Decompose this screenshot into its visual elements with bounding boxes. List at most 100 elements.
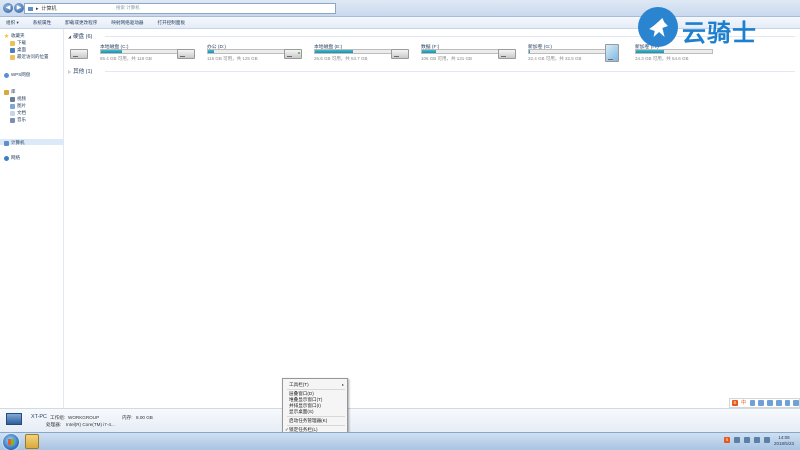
nav-libraries[interactable]: 库 bbox=[4, 89, 16, 95]
nav-wps[interactable]: WPS网盘 bbox=[4, 72, 30, 78]
drive-usage-bar bbox=[100, 49, 178, 54]
drive-tile[interactable]: 本地磁盘 (C:) 85.4 GB 可用，共 118 GB bbox=[70, 41, 180, 67]
drive-usage-fill bbox=[208, 50, 215, 53]
organize-button[interactable]: 组织 ▾ bbox=[6, 20, 19, 26]
system-properties-button[interactable]: 系统属性 bbox=[33, 20, 51, 26]
menu-item-toolbars[interactable]: 工具栏(T) bbox=[289, 382, 309, 388]
back-icon[interactable]: ◀ bbox=[3, 3, 13, 13]
clock-date: 2018/5/23 bbox=[773, 441, 794, 446]
submenu-arrow-icon: ▸ bbox=[341, 382, 344, 387]
address-segment[interactable]: 计算机 bbox=[42, 5, 57, 12]
hard-drive-icon bbox=[177, 49, 195, 59]
nav-item-label: 文档 bbox=[17, 110, 26, 115]
network-tray-icon[interactable] bbox=[744, 437, 750, 443]
menu-item-task-manager[interactable]: 启动任务管理器(K) bbox=[289, 418, 327, 424]
moon-icon[interactable] bbox=[749, 400, 756, 406]
nav-item-documents[interactable]: 文档 bbox=[10, 110, 26, 116]
tools-icon[interactable] bbox=[793, 400, 799, 406]
navigation-pane: 收藏夹 下载 桌面 最近访问的位置 WPS网盘 库 视频 图片 文档 音乐 计算… bbox=[0, 29, 64, 408]
clock[interactable]: 14:08 2018/5/23 bbox=[774, 435, 794, 447]
address-arrow: ▸ bbox=[36, 5, 39, 12]
nav-item-pictures[interactable]: 图片 bbox=[10, 103, 26, 109]
drive-usage-fill bbox=[422, 50, 437, 53]
knight-logo-icon bbox=[638, 7, 678, 47]
open-control-panel-button[interactable]: 打开控制面板 bbox=[158, 20, 186, 26]
start-button[interactable] bbox=[3, 434, 19, 450]
drive-space-info: 106 GB 可用，共 131 GB bbox=[421, 56, 473, 61]
sogou-logo-icon[interactable]: S bbox=[732, 400, 738, 406]
drive-usage-fill bbox=[529, 50, 530, 53]
recent-places-icon bbox=[10, 54, 15, 60]
nav-computer[interactable]: 计算机 bbox=[4, 140, 25, 146]
desktop-icon bbox=[10, 47, 15, 53]
processor-label: 处理器: bbox=[46, 422, 62, 427]
memory-value: 8.00 GB bbox=[136, 415, 153, 420]
drive-usage-bar bbox=[421, 49, 499, 54]
library-icon bbox=[4, 89, 9, 95]
nav-item-downloads[interactable]: 下载 bbox=[10, 40, 26, 46]
hard-drive-icon bbox=[284, 49, 302, 59]
hard-drive-icon bbox=[70, 49, 88, 59]
nav-item-label: 最近访问的位置 bbox=[17, 54, 49, 59]
drive-tile[interactable]: 本地磁盘 (E:) 26.6 GB 可用，共 53.7 GB bbox=[284, 41, 394, 67]
nav-item-label: 音乐 bbox=[17, 117, 26, 122]
tray-ime-icon[interactable]: S bbox=[724, 437, 730, 443]
hard-drive-icon bbox=[498, 49, 516, 59]
memory-label: 内存: bbox=[122, 415, 133, 420]
uninstall-button[interactable]: 卸载或更改程序 bbox=[65, 20, 97, 26]
menu-separator bbox=[287, 425, 345, 426]
pc-name: XT-PC bbox=[31, 414, 47, 420]
nav-favorites[interactable]: 收藏夹 bbox=[4, 33, 25, 39]
menu-item-show-desktop[interactable]: 显示桌面(S) bbox=[289, 409, 314, 415]
group-header-disks[interactable]: ◢ 硬盘 (6) bbox=[68, 32, 92, 41]
nav-network[interactable]: 网络 bbox=[4, 155, 20, 161]
logo-text: 云骑士 bbox=[682, 20, 757, 47]
system-tray: S bbox=[724, 437, 770, 443]
search-input[interactable]: 搜索 计算机 bbox=[116, 5, 140, 11]
nav-item-videos[interactable]: 视频 bbox=[10, 96, 26, 102]
picture-icon bbox=[10, 103, 15, 109]
expand-triangle-icon: ▷ bbox=[68, 68, 72, 74]
computer-small-icon bbox=[28, 6, 33, 11]
forward-icon[interactable]: ▶ bbox=[14, 3, 24, 13]
drive-tile[interactable]: 新加卷 (G:) 32.4 GB 可用，共 32.5 GB bbox=[498, 41, 608, 67]
nav-item-label: 图片 bbox=[17, 103, 26, 108]
map-network-drive-button[interactable]: 映射网络驱动器 bbox=[111, 20, 143, 26]
collapse-triangle-icon: ◢ bbox=[68, 33, 72, 39]
star-icon bbox=[4, 33, 9, 39]
drive-tile[interactable]: 办公 (D:) 115 GB 可用，共 125 GB bbox=[177, 41, 287, 67]
keyboard-icon[interactable] bbox=[775, 400, 782, 406]
volume-icon[interactable] bbox=[754, 437, 760, 443]
drive-usage-bar bbox=[314, 49, 392, 54]
download-folder-icon bbox=[10, 40, 15, 46]
ime-mode-toggle[interactable]: 中 bbox=[741, 400, 747, 406]
nav-computer-label: 计算机 bbox=[11, 140, 25, 145]
microphone-icon[interactable] bbox=[767, 400, 773, 406]
taskbar: S 14:08 2018/5/23 bbox=[0, 432, 800, 450]
nav-wps-label: WPS网盘 bbox=[11, 72, 31, 77]
explorer-taskbar-icon[interactable] bbox=[25, 434, 39, 449]
cloud-icon bbox=[4, 72, 9, 78]
tray-expand-icon[interactable] bbox=[734, 437, 740, 443]
computer-large-icon bbox=[6, 413, 22, 425]
drive-usage-bar bbox=[207, 49, 285, 54]
drive-usage-bar bbox=[528, 49, 606, 54]
nav-libraries-label: 库 bbox=[11, 89, 16, 94]
nav-item-desktop[interactable]: 桌面 bbox=[10, 47, 26, 53]
nav-item-recent[interactable]: 最近访问的位置 bbox=[10, 54, 49, 60]
address-field[interactable]: ▸ 计算机 bbox=[24, 3, 336, 14]
drive-usage-fill bbox=[315, 50, 353, 53]
hard-drive-icon bbox=[391, 49, 409, 59]
menu-separator bbox=[287, 416, 345, 417]
music-icon bbox=[10, 117, 15, 123]
skin-icon[interactable] bbox=[784, 400, 791, 406]
document-icon bbox=[10, 110, 15, 116]
group-header-other[interactable]: ▷ 其他 (1) bbox=[68, 67, 92, 76]
drive-tile[interactable]: 数据 (F:) 106 GB 可用，共 131 GB bbox=[391, 41, 501, 67]
punctuation-icon[interactable] bbox=[758, 400, 764, 406]
flag-icon[interactable] bbox=[764, 437, 770, 443]
windows-drive-icon bbox=[605, 44, 619, 62]
nav-favorites-label: 收藏夹 bbox=[11, 33, 25, 38]
drive-space-info: 115 GB 可用，共 125 GB bbox=[207, 56, 258, 61]
nav-item-music[interactable]: 音乐 bbox=[10, 117, 26, 123]
